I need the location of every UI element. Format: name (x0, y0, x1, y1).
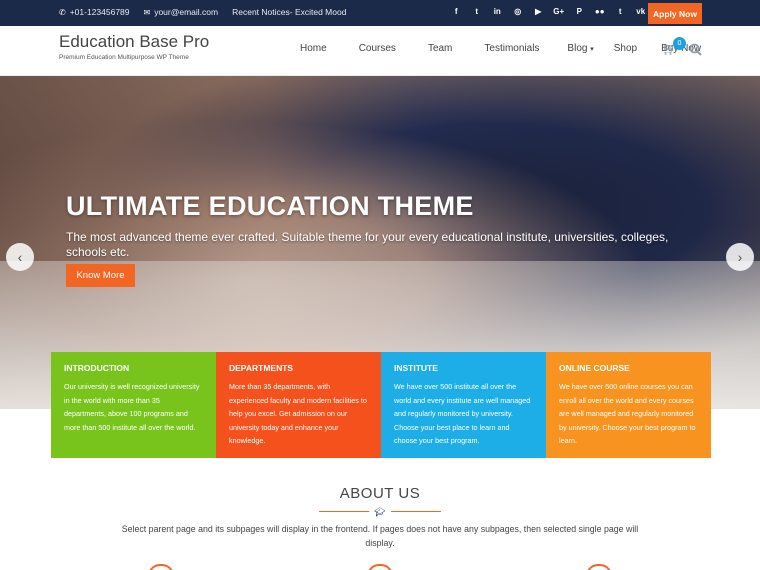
tumblr-icon[interactable]: t (610, 7, 631, 16)
pinterest-icon[interactable]: P (569, 7, 590, 16)
youtube-icon[interactable]: ▶ (528, 7, 549, 16)
card-title: ONLINE COURSE (559, 363, 630, 373)
hero-subtitle: The most advanced theme ever crafted. Su… (66, 230, 669, 259)
twitter-icon[interactable]: t (467, 7, 488, 16)
recent-notices[interactable]: Recent Notices- Excited Mood (232, 7, 346, 17)
nav-courses[interactable]: Courses (359, 43, 396, 54)
about-description: Select parent page and its subpages will… (121, 524, 639, 548)
nav-team[interactable]: Team (428, 43, 452, 54)
chevron-right-icon: › (737, 249, 743, 265)
know-more-button[interactable]: Know More (66, 264, 135, 287)
contact-info: ✆ +01-123456789 ✉ your@email.com Recent No… (59, 7, 346, 17)
email-contact[interactable]: ✉ your@email.com (144, 7, 219, 17)
graduation-cap-icon: 🎓︎ (374, 507, 386, 517)
about-heading: ABOUT US (339, 485, 421, 502)
phone-icon: ✆ (59, 7, 66, 17)
nav-testimonials[interactable]: Testimonials (484, 43, 539, 54)
card-text: We have over 500 online courses you can … (559, 382, 696, 445)
nav-blog-label: Blog (567, 43, 588, 54)
card-text: Our university is well recognized univer… (64, 382, 200, 432)
card-text: More than 35 departments, with experienc… (229, 382, 367, 445)
card-title: INSTITUTE (394, 363, 438, 373)
main-navigation: Home Courses Team Testimonials Blog ▾ Sh… (300, 43, 701, 54)
apply-now-button[interactable]: Apply Now (648, 3, 702, 24)
phone-number: +01-123456789 (69, 7, 130, 17)
site-branding[interactable]: Education Base Pro Premium Education Mul… (59, 32, 209, 61)
feature-card-departments[interactable]: DEPARTMENTS More than 35 departments, wi… (216, 352, 381, 458)
social-links: f t in ◎ ▶ G+ P ●● t vk (446, 7, 651, 16)
top-bar: ✆ +01-123456789 ✉ your@email.com Recent No… (0, 0, 760, 26)
slider-next-button[interactable]: › (726, 243, 754, 271)
circle-icon (367, 564, 393, 570)
card-title: INTRODUCTION (64, 363, 130, 373)
slider-prev-button[interactable]: ‹ (6, 243, 34, 271)
divider (319, 511, 369, 512)
flickr-icon[interactable]: ●● (590, 7, 611, 16)
divider (391, 511, 441, 512)
phone-contact[interactable]: ✆ +01-123456789 (59, 7, 130, 17)
search-icon[interactable] (689, 43, 702, 56)
nav-blog[interactable]: Blog ▾ (567, 43, 593, 54)
facebook-icon[interactable]: f (446, 7, 467, 16)
chevron-down-icon: ▾ (590, 46, 594, 53)
hero-heading: ULTIMATE EDUCATION THEME (66, 191, 474, 221)
cart-count-badge: 0 (673, 37, 686, 50)
card-text: We have over 500 institute all over the … (394, 382, 531, 445)
card-title: DEPARTMENTS (229, 363, 294, 373)
instagram-icon[interactable]: ◎ (508, 7, 529, 16)
feature-card-introduction[interactable]: INTRODUCTION Our university is well reco… (51, 352, 216, 458)
nav-shop[interactable]: Shop (614, 43, 637, 54)
site-title[interactable]: Education Base Pro (59, 32, 209, 52)
nav-home[interactable]: Home (300, 43, 327, 54)
feature-card-institute[interactable]: INSTITUTE We have over 500 institute all… (381, 352, 546, 458)
linkedin-icon[interactable]: in (487, 7, 508, 16)
circle-icon (586, 564, 612, 570)
email-address: your@email.com (154, 7, 219, 17)
circle-icon (148, 564, 174, 570)
site-header: Education Base Pro Premium Education Mul… (0, 26, 760, 76)
envelope-icon: ✉ (143, 7, 151, 17)
site-tagline: Premium Education Multipurpose WP Theme (59, 54, 189, 61)
feature-card-online-course[interactable]: ONLINE COURSE We have over 500 online co… (546, 352, 711, 458)
google-plus-icon[interactable]: G+ (549, 7, 570, 16)
chevron-left-icon: ‹ (17, 249, 23, 265)
